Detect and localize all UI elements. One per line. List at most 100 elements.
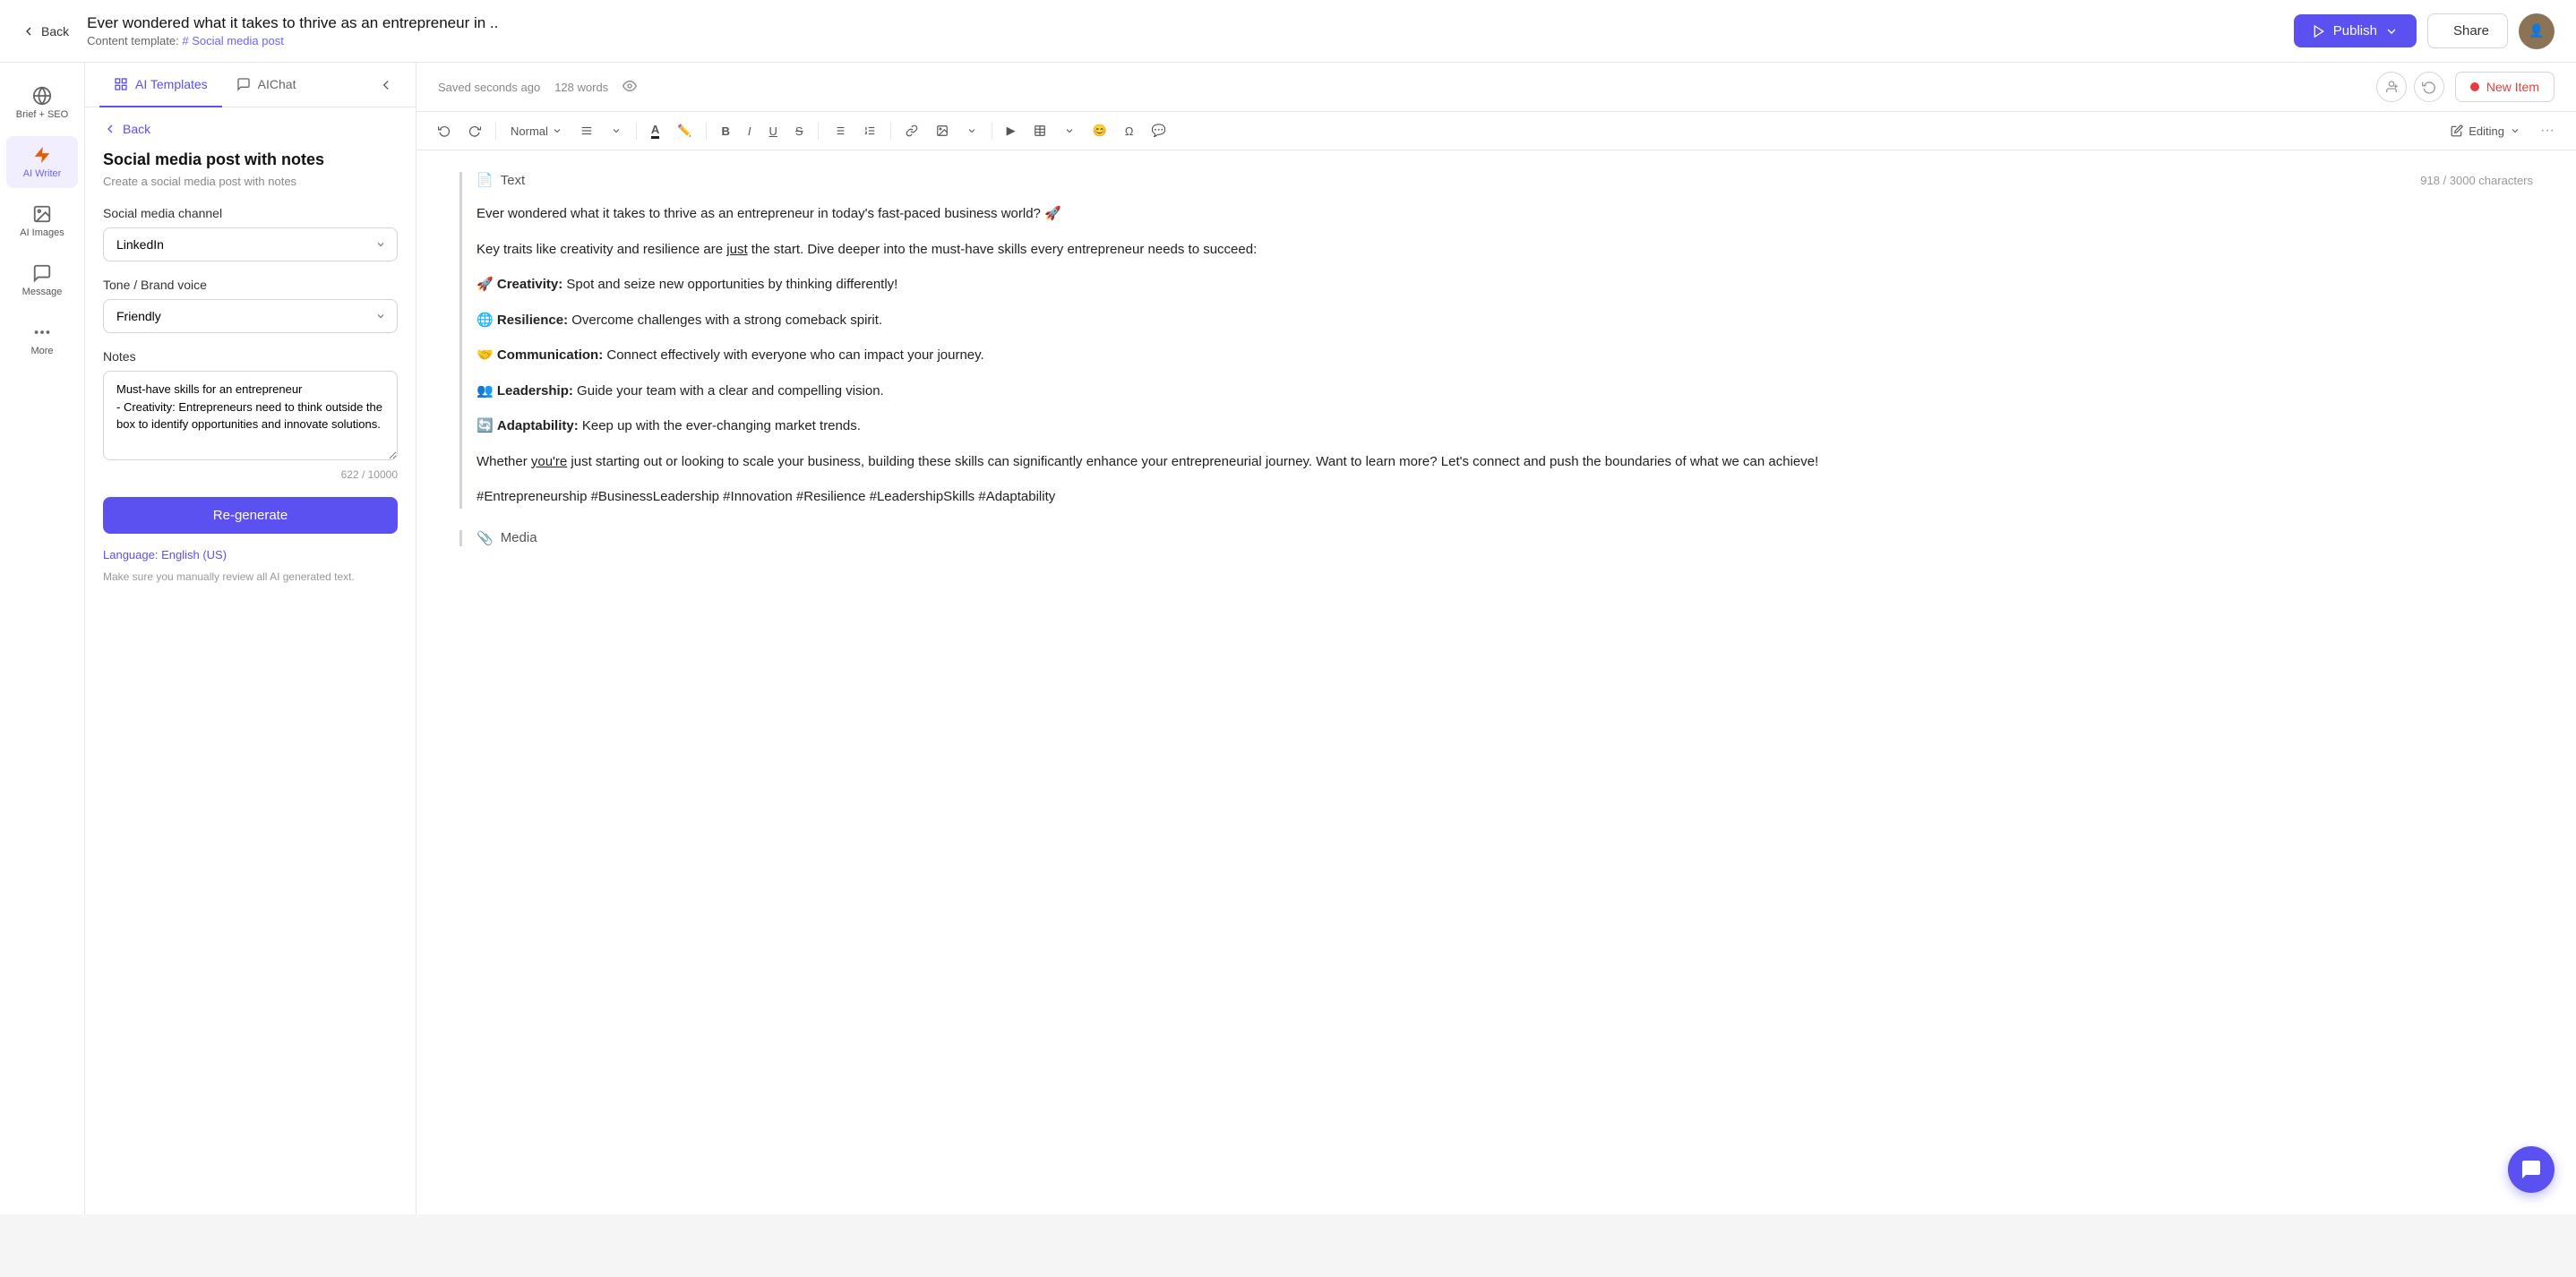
notes-char-count: 622 / 10000 (103, 468, 398, 481)
media-dropdown[interactable] (959, 122, 984, 140)
underline-button[interactable]: U (762, 121, 785, 141)
tone-brand-voice-select[interactable]: Friendly Professional Casual Formal (103, 299, 398, 333)
nav-label-brief-seo: Brief + SEO (16, 109, 68, 120)
format-toolbar: Normal A ✏️ B I U S (416, 112, 2576, 150)
align-dropdown[interactable] (604, 122, 629, 140)
nav-label-ai-images: AI Images (20, 227, 64, 238)
template-desc: Create a social media post with notes (103, 175, 398, 188)
style-select[interactable]: Normal (503, 121, 570, 141)
notes-textarea[interactable]: Must-have skills for an entrepreneur - C… (103, 371, 398, 460)
emoji-button[interactable]: 😊 (1086, 120, 1114, 141)
sidebar-content: Back Social media post with notes Create… (85, 107, 416, 1214)
share-button[interactable]: Share (2427, 13, 2508, 48)
social-media-channel-group: Social media channel LinkedIn Twitter Fa… (103, 206, 398, 261)
nav-label-more: More (30, 346, 53, 356)
bold-button[interactable]: B (714, 121, 736, 141)
new-item-label: New Item (2486, 80, 2539, 94)
align-button[interactable] (573, 121, 600, 141)
table-button[interactable] (1026, 121, 1053, 141)
nav-label-ai-writer: AI Writer (23, 168, 62, 179)
content-list-item-4: 👥 Leadership: Guide your team with a cle… (477, 380, 2533, 403)
tab-aichat[interactable]: AIChat (222, 63, 311, 107)
tab-ai-templates[interactable]: AI Templates (99, 63, 222, 107)
editor-meta: Saved seconds ago 128 words (438, 79, 637, 96)
new-item-button[interactable]: New Item (2455, 72, 2555, 102)
bullet-list-button[interactable] (826, 121, 853, 141)
sidebar-disclaimer: Make sure you manually review all AI gen… (103, 569, 398, 585)
content-template-label: Content template: # Social media post (87, 34, 498, 47)
social-media-post-link[interactable]: # Social media post (182, 34, 283, 47)
tone-brand-voice-group: Tone / Brand voice Friendly Professional… (103, 278, 398, 333)
undo-button[interactable] (431, 121, 458, 141)
more-options-button[interactable]: ··· (2533, 119, 2562, 142)
sidebar-language: Language: English (US) (103, 548, 398, 561)
char-limit: 918 / 3000 characters (2420, 174, 2533, 187)
nav-item-ai-images[interactable]: AI Images (6, 195, 78, 247)
sidebar-tabs: AI Templates AIChat (85, 63, 416, 107)
notes-label: Notes (103, 349, 398, 364)
italic-button[interactable]: I (741, 121, 759, 141)
back-label: Back (41, 24, 69, 39)
content-para2: Key traits like creativity and resilienc… (477, 238, 2533, 261)
sidebar-panel: AI Templates AIChat Back Socia (85, 63, 416, 1214)
text-section-header: 📄 Text 918 / 3000 characters (477, 172, 2533, 188)
strikethrough-button[interactable]: S (788, 121, 811, 141)
nav-item-more[interactable]: More (6, 313, 78, 365)
editing-mode-button[interactable]: Editing (2442, 121, 2529, 141)
ordered-list-button[interactable] (856, 121, 883, 141)
content-list-item-2: 🌐 Resilience: Overcome challenges with a… (477, 309, 2533, 332)
special-chars-button[interactable]: Ω (1118, 121, 1141, 141)
nav-item-ai-writer[interactable]: AI Writer (6, 136, 78, 188)
nav-item-brief-seo[interactable]: Brief + SEO (6, 77, 78, 129)
notes-group: Notes Must-have skills for an entreprene… (103, 349, 398, 481)
editor-actions: New Item (2376, 72, 2555, 102)
chat-fab-button[interactable] (2508, 1146, 2555, 1193)
visibility-toggle[interactable] (623, 79, 637, 96)
social-media-channel-select[interactable]: LinkedIn Twitter Facebook Instagram (103, 227, 398, 261)
content-list-item-3: 🤝 Communication: Connect effectively wit… (477, 344, 2533, 367)
toolbar-separator-4 (818, 122, 819, 140)
main-layout: Brief + SEO AI Writer AI Images Message (0, 63, 2576, 1214)
content-hashtags: #Entrepreneurship #BusinessLeadership #I… (477, 485, 2533, 509)
table-dropdown[interactable] (1057, 122, 1082, 140)
content-para1: Ever wondered what it takes to thrive as… (477, 202, 2533, 226)
comment-button[interactable]: 💬 (1144, 120, 1172, 141)
saved-text: Saved seconds ago (438, 81, 540, 94)
link-button[interactable] (898, 121, 925, 141)
topbar-actions: Publish Share 👤 (2294, 13, 2555, 49)
topbar: Back Ever wondered what it takes to thri… (0, 0, 2576, 63)
toolbar-separator-5 (890, 122, 891, 140)
user-avatar[interactable]: 👤 (2519, 13, 2555, 49)
sidebar-back-button[interactable]: Back (103, 122, 398, 136)
history-button[interactable] (2414, 72, 2444, 102)
word-count: 128 words (554, 81, 608, 94)
play-button[interactable]: ▶ (1000, 120, 1023, 141)
editor-content: 📄 Text 918 / 3000 characters Ever wonder… (416, 150, 2576, 1214)
language-value: English (US) (161, 548, 227, 561)
media-section: 📎 Media (459, 530, 2533, 546)
tone-brand-voice-label: Tone / Brand voice (103, 278, 398, 292)
add-user-button[interactable] (2376, 72, 2407, 102)
highlight-button[interactable]: ✏️ (670, 120, 699, 141)
redo-button[interactable] (461, 121, 488, 141)
text-color-button[interactable]: A (644, 119, 666, 142)
content-body[interactable]: Ever wondered what it takes to thrive as… (477, 202, 2533, 509)
text-section-title: 📄 Text (477, 172, 525, 188)
editor-area: Saved seconds ago 128 words (416, 63, 2576, 1214)
left-nav: Brief + SEO AI Writer AI Images Message (0, 63, 85, 1214)
toolbar-separator-1 (495, 122, 496, 140)
nav-item-message[interactable]: Message (6, 254, 78, 306)
page-title: Ever wondered what it takes to thrive as… (87, 14, 498, 32)
toolbar-separator-2 (636, 122, 637, 140)
text-section: 📄 Text 918 / 3000 characters Ever wonder… (459, 172, 2533, 509)
media-button[interactable] (929, 121, 956, 141)
regenerate-button[interactable]: Re-generate (103, 497, 398, 534)
media-section-icon: 📎 (477, 530, 494, 546)
editor-topbar: Saved seconds ago 128 words (416, 63, 2576, 112)
content-list-item-1: 🚀 Creativity: Spot and seize new opportu… (477, 273, 2533, 296)
publish-button[interactable]: Publish (2294, 14, 2417, 47)
back-button[interactable]: Back (21, 24, 69, 39)
template-title: Social media post with notes (103, 150, 398, 169)
social-media-channel-label: Social media channel (103, 206, 398, 220)
sidebar-collapse-button[interactable] (371, 70, 401, 100)
